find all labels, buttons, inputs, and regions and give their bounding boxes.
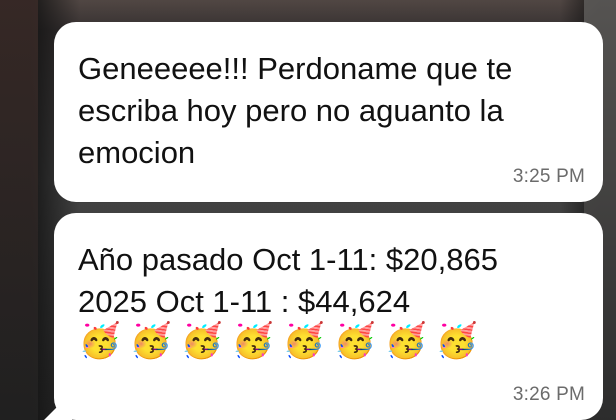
chat-screen: Geneeeee!!! Perdoname que te escriba hoy… [0, 0, 616, 420]
message-text: Geneeeee!!! Perdoname que te escriba hoy… [78, 51, 513, 170]
message-timestamp: 3:25 PM [512, 166, 585, 187]
party-face-icon: 🥳 [129, 322, 173, 360]
message-bubble-received[interactable]: Geneeeee!!! Perdoname que te escriba hoy… [54, 22, 603, 202]
emoji-row: 🥳 🥳 🥳 🥳 🥳 🥳 🥳 🥳 [76, 319, 481, 363]
party-face-icon: 🥳 [282, 322, 326, 360]
message-bubble-received[interactable]: Año pasado Oct 1-11: $20,865 2025 Oct 1-… [54, 213, 603, 420]
party-face-icon: 🥳 [435, 322, 479, 360]
party-face-icon: 🥳 [231, 322, 275, 360]
message-text: Año pasado Oct 1-11: $20,865 2025 Oct 1-… [78, 242, 498, 319]
party-face-icon: 🥳 [180, 322, 224, 360]
party-face-icon: 🥳 [78, 322, 122, 360]
party-face-icon: 🥳 [384, 322, 428, 360]
background-left-edge [0, 0, 38, 420]
message-timestamp: 3:26 PM [512, 384, 585, 405]
party-face-icon: 🥳 [333, 322, 377, 360]
